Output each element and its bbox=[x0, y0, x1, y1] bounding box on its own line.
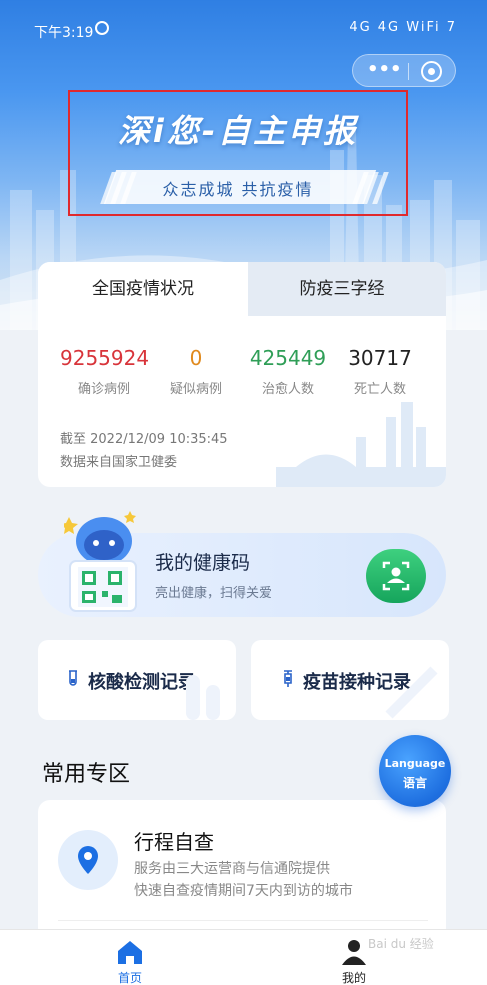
language-button-zh: 语言 bbox=[402, 776, 427, 790]
banner-highlight-box: 深i您-自主申报 众志成城 共抗疫情 bbox=[68, 90, 408, 216]
stats-meta: 截至 2022/12/09 10:35:45 数据来自国家卫健委 bbox=[60, 428, 228, 474]
language-button[interactable]: Language 语言 bbox=[379, 735, 451, 807]
vaccine-record-card[interactable]: 疫苗接种记录 bbox=[251, 640, 449, 720]
stat-value: 425449 bbox=[249, 346, 327, 370]
desc-line: 快速自查疫情期间7天内到访的城市 bbox=[134, 883, 353, 899]
baidu-watermark: Bai du 经验 bbox=[368, 937, 434, 951]
tab-label: 全国疫情状况 bbox=[92, 279, 194, 299]
close-target-icon[interactable] bbox=[421, 61, 442, 82]
stats-tabs: 防疫三字经 全国疫情状况 bbox=[38, 262, 446, 316]
capsule-divider bbox=[408, 63, 409, 80]
stat-label: 死亡人数 bbox=[353, 382, 406, 397]
more-dots-icon[interactable]: ••• bbox=[367, 61, 402, 81]
mascot-qr-icon bbox=[64, 511, 137, 612]
stat-label: 治愈人数 bbox=[261, 382, 314, 397]
banner-title: 深i您-自主申报 bbox=[117, 112, 359, 150]
city-decoration-image bbox=[276, 402, 446, 487]
status-time: 下午3:19 bbox=[34, 25, 94, 41]
stat-suspected: 0 疑似病例 bbox=[156, 346, 236, 397]
syringe-decoration-image bbox=[385, 666, 438, 719]
language-button-en: Language bbox=[384, 757, 446, 770]
test-tube-icon bbox=[69, 670, 77, 686]
tab-national-status[interactable]: 全国疫情状况 bbox=[38, 262, 248, 316]
banner-slogan: 众志成城 共抗疫情 bbox=[162, 180, 314, 199]
home-icon bbox=[118, 941, 142, 964]
nav-home[interactable]: 首页 bbox=[70, 930, 190, 985]
stats-timestamp: 截至 2022/12/09 10:35:45 bbox=[60, 432, 228, 447]
stat-label: 确诊病例 bbox=[77, 382, 130, 397]
health-code-title: 我的健康码 bbox=[155, 552, 251, 574]
nav-me-label: 我的 bbox=[341, 971, 366, 985]
itinerary-check-card[interactable]: 行程自查 服务由三大运营商与信通院提供 快速自查疫情期间7天内到访的城市 bbox=[38, 800, 446, 940]
itinerary-check-desc: 服务由三大运营商与信通院提供 快速自查疫情期间7天内到访的城市 bbox=[134, 858, 353, 902]
status-indicators: 4G 4G WiFi 7 bbox=[349, 20, 457, 35]
section-title: 常用专区 bbox=[42, 762, 131, 787]
nav-home-label: 首页 bbox=[117, 971, 142, 985]
person-icon bbox=[342, 940, 366, 965]
alarm-icon bbox=[95, 21, 109, 35]
nucleic-test-record-card[interactable]: 核酸检测记录 bbox=[38, 640, 236, 720]
stat-value: 9255924 bbox=[60, 346, 150, 370]
stat-value: 0 bbox=[189, 346, 203, 370]
stat-deaths: 30717 死亡人数 bbox=[340, 346, 420, 397]
syringe-icon bbox=[284, 670, 292, 687]
tab-prevention-rhymes[interactable]: 防疫三字经 bbox=[238, 262, 446, 316]
list-divider bbox=[58, 920, 428, 921]
stat-confirmed: 9255924 确诊病例 bbox=[60, 346, 150, 397]
location-pin-icon bbox=[58, 830, 118, 890]
status-bar: 下午3:19 4G 4G WiFi 7 bbox=[0, 0, 487, 44]
scan-face-icon bbox=[382, 561, 410, 591]
epidemic-stats-card: 防疫三字经 全国疫情状况 9255924 确诊病例 0 疑似病例 425449 … bbox=[38, 262, 446, 487]
itinerary-check-title: 行程自查 bbox=[134, 830, 214, 854]
tube-decoration-image bbox=[186, 675, 220, 720]
tab-label: 防疫三字经 bbox=[299, 279, 385, 299]
scan-face-button[interactable] bbox=[366, 549, 426, 603]
stat-recovered: 425449 治愈人数 bbox=[248, 346, 328, 397]
health-code-subtitle: 亮出健康，扫得关爱 bbox=[155, 586, 273, 601]
stat-value: 30717 bbox=[348, 346, 412, 370]
desc-line: 服务由三大运营商与信通院提供 bbox=[134, 861, 330, 877]
stats-source: 数据来自国家卫健委 bbox=[60, 455, 178, 470]
stat-label: 疑似病例 bbox=[169, 382, 222, 397]
mini-program-capsule: ••• bbox=[352, 54, 456, 87]
